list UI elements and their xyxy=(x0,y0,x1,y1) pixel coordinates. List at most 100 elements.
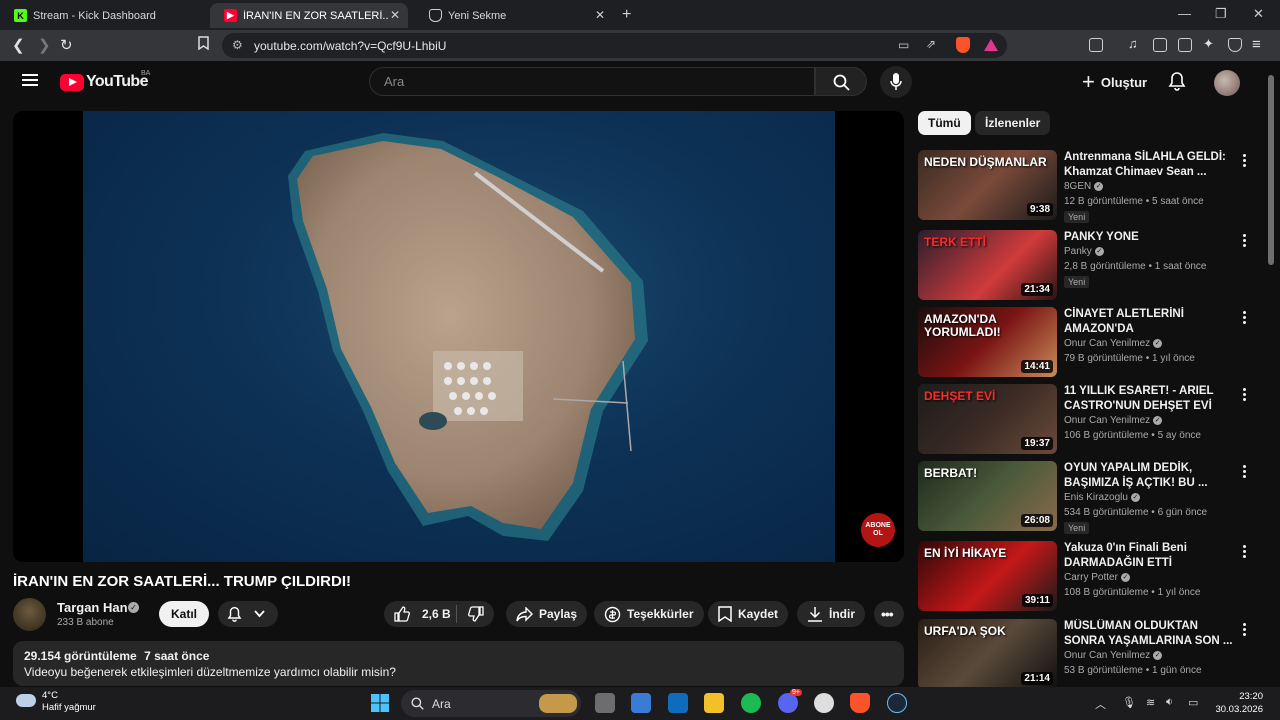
file-explorer-icon[interactable] xyxy=(704,693,724,713)
vpn-icon[interactable] xyxy=(1228,38,1242,52)
channel-avatar[interactable] xyxy=(13,598,46,631)
tab-new-tab[interactable]: Yeni Sekme ✕ xyxy=(415,3,613,28)
more-vertical-icon[interactable] xyxy=(1243,623,1247,638)
recommendation-item[interactable]: TERK ETTİ 21:34 PANKY YONE Panky ✓ 2,8 B görü… xyxy=(918,230,1258,300)
microphone-tray-icon[interactable]: 🎙︎ xyxy=(1122,696,1136,709)
create-button[interactable]: + Oluştur xyxy=(1072,66,1160,98)
recommendation-item[interactable]: AMAZON'DA YORUMLADI! 14:41 CİNAYET ALETLER… xyxy=(918,307,1258,377)
tab-youtube-video[interactable]: ▶ İRAN'IN EN ZOR SAATLERİ... TRU ✕ xyxy=(210,3,408,28)
recommendation-title[interactable]: 11 YILLIK ESARET! - ARIEL CASTRO'NUN DEH… xyxy=(1064,384,1234,414)
scrollbar-thumb[interactable] xyxy=(1268,75,1274,265)
search-input[interactable] xyxy=(384,74,784,89)
youtube-logo[interactable]: YouTube BA xyxy=(60,70,150,91)
more-vertical-icon[interactable] xyxy=(1243,545,1247,560)
subscribe-watermark[interactable]: ABONE OL xyxy=(861,513,895,547)
video-thumbnail[interactable]: BERBAT! 26:08 xyxy=(918,461,1057,531)
notifications-bell-icon[interactable] xyxy=(1168,71,1186,91)
cast-icon[interactable]: ▭ xyxy=(898,38,909,52)
recommendation-title[interactable]: Yakuza 0'ın Finali Beni DARMADAĞIN ETTİ xyxy=(1064,541,1234,571)
more-vertical-icon[interactable] xyxy=(1243,311,1247,326)
forward-arrow-icon[interactable]: ❯ xyxy=(38,36,51,54)
recommendation-channel[interactable]: Panky ✓ xyxy=(1064,246,1104,257)
voice-search-button[interactable] xyxy=(880,66,912,98)
recommendation-title[interactable]: MÜSLÜMAN OLDUKTAN SONRA YAŞAMLARINA SON … xyxy=(1064,619,1234,649)
page-scrollbar[interactable] xyxy=(1266,61,1276,687)
sidebar-icon[interactable] xyxy=(1153,38,1167,52)
steam-icon[interactable] xyxy=(887,693,907,713)
address-bar[interactable]: ⚙ youtube.com/watch?v=Qcf9U-LhbiU ▭ ⇗ xyxy=(222,33,1007,58)
microsoft-store-icon[interactable] xyxy=(631,693,651,713)
description-box[interactable]: 29.154 görüntüleme 7 saat önce Videoyu b… xyxy=(13,641,904,686)
outlook-icon[interactable] xyxy=(668,693,688,713)
dislike-button[interactable] xyxy=(468,606,490,625)
spotify-icon[interactable] xyxy=(741,693,761,713)
obs-icon[interactable] xyxy=(814,693,834,713)
more-vertical-icon[interactable] xyxy=(1243,388,1247,403)
system-clock[interactable]: 23:20 30.03.2026 xyxy=(1213,690,1263,716)
discord-icon[interactable]: 9+ xyxy=(778,689,802,713)
wallet-icon[interactable] xyxy=(1178,38,1192,52)
more-vertical-icon[interactable] xyxy=(1243,154,1247,169)
search-button[interactable] xyxy=(815,67,867,96)
leo-ai-icon[interactable]: ✦ xyxy=(1203,36,1214,52)
screenshot-icon[interactable] xyxy=(1089,38,1103,52)
volume-icon[interactable]: 🔉︎ xyxy=(1166,696,1173,709)
bookmark-icon[interactable] xyxy=(198,36,209,54)
reload-icon[interactable]: ↻ xyxy=(60,36,73,54)
video-thumbnail[interactable]: URFA'DA ŞOK 21:14 xyxy=(918,619,1057,689)
menu-hamburger-icon[interactable]: ≡ xyxy=(1252,36,1261,53)
recommendation-channel[interactable]: 8GEN ✓ xyxy=(1064,181,1104,192)
recommendation-title[interactable]: Antrenmana SİLAHLA GELDİ: Khamzat Chimae… xyxy=(1064,150,1234,180)
recommendation-title[interactable]: PANKY YONE xyxy=(1064,230,1234,245)
new-tab-plus-icon[interactable]: + xyxy=(622,6,631,24)
join-button[interactable]: Katıl xyxy=(159,601,209,627)
video-frame[interactable] xyxy=(83,111,835,562)
recommendation-item[interactable]: EN İYİ HİKAYE 39:11 Yakuza 0'ın Finali Ben… xyxy=(918,541,1258,611)
recommendation-item[interactable]: URFA'DA ŞOK 21:14 MÜSLÜMAN OLDUKTAN SONRA … xyxy=(918,619,1258,689)
recommendation-item[interactable]: BERBAT! 26:08 OYUN YAPALIM DEDİK, BAŞIMIZA… xyxy=(918,461,1258,534)
download-button[interactable]: İndir xyxy=(797,601,865,627)
video-thumbnail[interactable]: AMAZON'DA YORUMLADI! 14:41 xyxy=(918,307,1057,377)
brave-shields-icon[interactable] xyxy=(956,37,970,53)
account-avatar[interactable] xyxy=(1214,70,1240,96)
taskbar-search[interactable]: Ara xyxy=(401,690,581,717)
task-view-icon[interactable] xyxy=(595,693,615,713)
recommendation-channel[interactable]: Onur Can Yenilmez ✓ xyxy=(1064,338,1163,349)
brave-rewards-icon[interactable] xyxy=(984,39,998,51)
recommendation-channel[interactable]: Onur Can Yenilmez ✓ xyxy=(1064,650,1163,661)
recommendation-channel[interactable]: Enis Kirazoglu ✓ xyxy=(1064,492,1140,503)
like-button[interactable]: 2,6 B xyxy=(394,606,451,622)
chip-watched[interactable]: İzlenenler xyxy=(975,111,1051,135)
back-arrow-icon[interactable]: ❮ xyxy=(12,36,25,54)
more-vertical-icon[interactable] xyxy=(1243,234,1247,249)
more-actions-button[interactable]: ••• xyxy=(874,601,904,627)
thanks-button[interactable]: Teşekkürler xyxy=(594,601,704,627)
channel-name[interactable]: Targan Han xyxy=(57,600,128,615)
site-settings-icon[interactable]: ⚙ xyxy=(232,38,243,52)
recommendation-item[interactable]: DEHŞET EVİ 19:37 11 YILLIK ESARET! - ARIEL… xyxy=(918,384,1258,454)
recommendation-title[interactable]: OYUN YAPALIM DEDİK, BAŞIMIZA İŞ AÇTIK! B… xyxy=(1064,461,1234,491)
recommendation-channel[interactable]: Onur Can Yenilmez ✓ xyxy=(1064,415,1163,426)
guide-menu-icon[interactable] xyxy=(22,74,38,86)
video-thumbnail[interactable]: NEDEN DÜŞMANLAR 9:38 xyxy=(918,150,1057,220)
subscription-bell-button[interactable] xyxy=(218,601,278,627)
wifi-icon[interactable]: ≋ xyxy=(1146,696,1155,709)
chip-all[interactable]: Tümü xyxy=(918,111,971,135)
music-icon[interactable]: ♫ xyxy=(1128,36,1138,51)
windows-start-icon[interactable] xyxy=(370,693,390,713)
battery-icon[interactable]: ▭ xyxy=(1188,696,1198,709)
minimize-icon[interactable]: — xyxy=(1178,6,1191,21)
recommendation-channel[interactable]: Carry Potter ✓ xyxy=(1064,572,1130,583)
video-thumbnail[interactable]: DEHŞET EVİ 19:37 xyxy=(918,384,1057,454)
video-thumbnail[interactable]: EN İYİ HİKAYE 39:11 xyxy=(918,541,1057,611)
video-player[interactable]: ABONE OL xyxy=(13,111,904,562)
close-tab-icon[interactable]: ✕ xyxy=(390,8,400,22)
save-button[interactable]: Kaydet xyxy=(708,601,789,627)
tab-kick-dashboard[interactable]: K Stream - Kick Dashboard xyxy=(0,3,205,28)
more-vertical-icon[interactable] xyxy=(1243,465,1247,480)
close-tab-icon[interactable]: ✕ xyxy=(595,8,605,22)
share-page-icon[interactable]: ⇗ xyxy=(926,37,936,51)
recommendation-title[interactable]: CİNAYET ALETLERİNİ AMAZON'DA YORUMLUYORD… xyxy=(1064,307,1234,337)
brave-browser-icon[interactable] xyxy=(850,693,870,713)
restore-icon[interactable]: ❐ xyxy=(1215,6,1227,22)
